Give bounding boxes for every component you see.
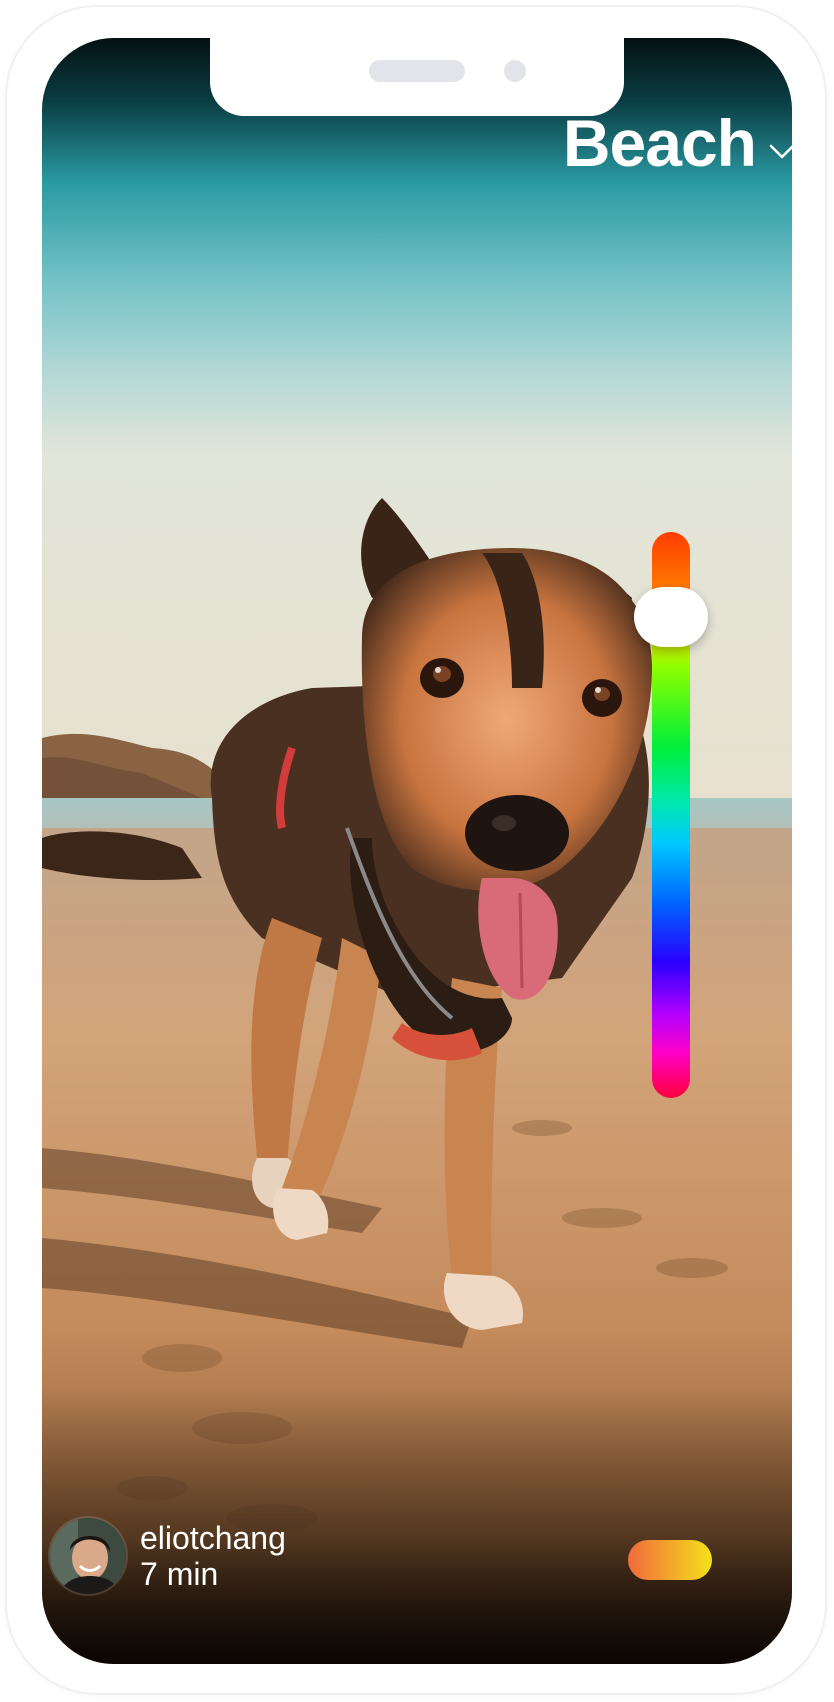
color-hue-slider[interactable] bbox=[634, 532, 708, 1098]
post-time-ago: 7 min bbox=[140, 1556, 219, 1592]
device-notch bbox=[210, 38, 624, 116]
selected-color-pill[interactable] bbox=[628, 1540, 712, 1580]
front-camera bbox=[504, 60, 526, 82]
hue-slider-thumb[interactable] bbox=[634, 586, 708, 647]
avatar[interactable] bbox=[50, 1518, 126, 1594]
location-title: Beach bbox=[562, 106, 757, 180]
speaker-grille bbox=[369, 60, 465, 82]
author-username[interactable]: eliotchang bbox=[140, 1520, 286, 1556]
chevron-down-icon bbox=[769, 144, 795, 159]
location-selector[interactable]: Beach bbox=[563, 110, 796, 176]
story-author[interactable]: eliotchang 7 min bbox=[50, 1518, 286, 1594]
author-meta: eliotchang 7 min bbox=[140, 1520, 286, 1592]
